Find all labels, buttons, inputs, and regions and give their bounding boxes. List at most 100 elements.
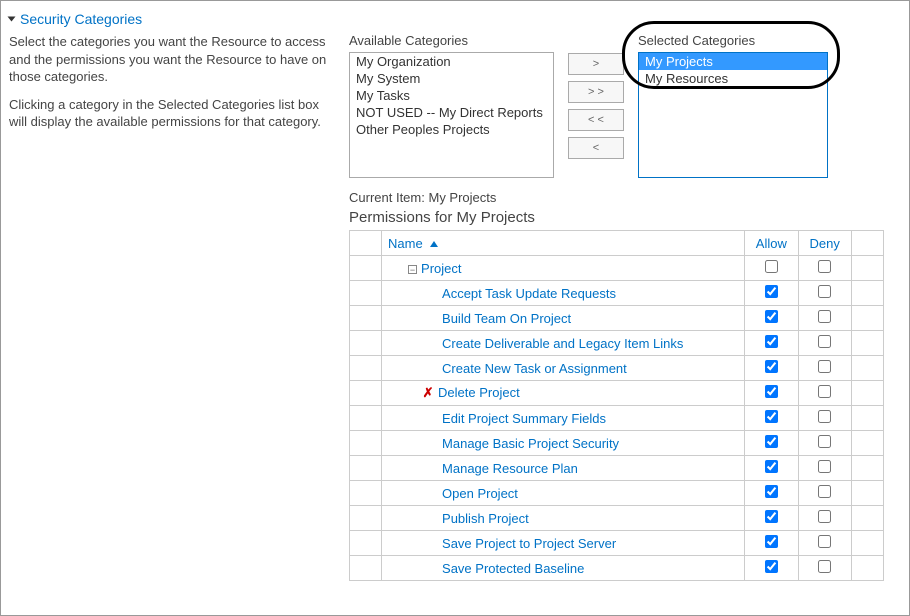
allow-checkbox[interactable] bbox=[765, 310, 778, 323]
permission-link[interactable]: Publish Project bbox=[442, 511, 529, 526]
deny-checkbox[interactable] bbox=[818, 335, 831, 348]
allow-checkbox[interactable] bbox=[765, 435, 778, 448]
row-spacer-end bbox=[851, 256, 883, 281]
list-item[interactable]: My Projects bbox=[639, 53, 827, 70]
allow-checkbox[interactable] bbox=[765, 260, 778, 273]
row-spacer-end bbox=[851, 306, 883, 331]
allow-checkbox[interactable] bbox=[765, 335, 778, 348]
deny-cell bbox=[798, 281, 851, 306]
selected-categories-listbox[interactable]: My ProjectsMy Resources bbox=[638, 52, 828, 178]
allow-cell bbox=[745, 456, 798, 481]
deny-checkbox[interactable] bbox=[818, 285, 831, 298]
row-spacer-end bbox=[851, 356, 883, 381]
permission-link[interactable]: Build Team On Project bbox=[442, 311, 571, 326]
group-cell[interactable]: −Project bbox=[382, 256, 745, 281]
table-row: −Project bbox=[350, 256, 884, 281]
permission-link[interactable]: Delete Project bbox=[438, 385, 520, 400]
deny-cell bbox=[798, 481, 851, 506]
allow-cell bbox=[745, 531, 798, 556]
row-spacer-end bbox=[851, 406, 883, 431]
collapse-icon bbox=[8, 17, 16, 22]
deny-checkbox[interactable] bbox=[818, 535, 831, 548]
allow-checkbox[interactable] bbox=[765, 535, 778, 548]
row-spacer bbox=[350, 331, 382, 356]
permission-link[interactable]: Edit Project Summary Fields bbox=[442, 411, 606, 426]
deny-cell bbox=[798, 456, 851, 481]
table-row: Publish Project bbox=[350, 506, 884, 531]
row-spacer-end bbox=[851, 506, 883, 531]
description-text-1: Select the categories you want the Resou… bbox=[9, 33, 329, 86]
remove-button[interactable]: < bbox=[568, 137, 624, 159]
deny-checkbox[interactable] bbox=[818, 410, 831, 423]
deny-checkbox[interactable] bbox=[818, 560, 831, 573]
permission-link[interactable]: Open Project bbox=[442, 486, 518, 501]
permission-name-cell: Manage Basic Project Security bbox=[382, 431, 745, 456]
row-spacer bbox=[350, 456, 382, 481]
permission-link[interactable]: Manage Basic Project Security bbox=[442, 436, 619, 451]
column-header-deny[interactable]: Deny bbox=[798, 231, 851, 256]
row-spacer bbox=[350, 356, 382, 381]
row-spacer bbox=[350, 406, 382, 431]
table-row: Manage Basic Project Security bbox=[350, 431, 884, 456]
add-all-button[interactable]: > > bbox=[568, 81, 624, 103]
allow-checkbox[interactable] bbox=[765, 360, 778, 373]
permission-name-cell: Save Protected Baseline bbox=[382, 556, 745, 581]
permission-link[interactable]: Save Protected Baseline bbox=[442, 561, 584, 576]
deny-checkbox[interactable] bbox=[818, 385, 831, 398]
permission-name-cell: Create New Task or Assignment bbox=[382, 356, 745, 381]
deny-checkbox[interactable] bbox=[818, 310, 831, 323]
permission-name-cell: Publish Project bbox=[382, 506, 745, 531]
deny-cell bbox=[798, 556, 851, 581]
table-row: Manage Resource Plan bbox=[350, 456, 884, 481]
permission-link[interactable]: Create New Task or Assignment bbox=[442, 361, 627, 376]
deny-checkbox[interactable] bbox=[818, 435, 831, 448]
section-header[interactable]: Security Categories bbox=[9, 9, 901, 33]
allow-checkbox[interactable] bbox=[765, 560, 778, 573]
permission-link[interactable]: Manage Resource Plan bbox=[442, 461, 578, 476]
row-spacer-end bbox=[851, 481, 883, 506]
column-header-name[interactable]: Name bbox=[382, 231, 745, 256]
permission-link[interactable]: Create Deliverable and Legacy Item Links bbox=[442, 336, 683, 351]
deny-checkbox[interactable] bbox=[818, 510, 831, 523]
allow-checkbox[interactable] bbox=[765, 410, 778, 423]
deny-cell bbox=[798, 306, 851, 331]
deny-checkbox[interactable] bbox=[818, 360, 831, 373]
allow-checkbox[interactable] bbox=[765, 485, 778, 498]
list-item[interactable]: Other Peoples Projects bbox=[350, 121, 553, 138]
allow-checkbox[interactable] bbox=[765, 385, 778, 398]
deny-checkbox[interactable] bbox=[818, 485, 831, 498]
list-item[interactable]: NOT USED -- My Direct Reports bbox=[350, 104, 553, 121]
available-categories-listbox[interactable]: My OrganizationMy SystemMy TasksNOT USED… bbox=[349, 52, 554, 178]
row-spacer-end bbox=[851, 381, 883, 406]
row-spacer-end bbox=[851, 281, 883, 306]
row-spacer bbox=[350, 306, 382, 331]
permission-link[interactable]: Save Project to Project Server bbox=[442, 536, 616, 551]
allow-cell bbox=[745, 256, 798, 281]
remove-all-button[interactable]: < < bbox=[568, 109, 624, 131]
allow-cell bbox=[745, 506, 798, 531]
description-panel: Select the categories you want the Resou… bbox=[9, 33, 329, 581]
deny-cell bbox=[798, 406, 851, 431]
deny-cell bbox=[798, 381, 851, 406]
list-item[interactable]: My Organization bbox=[350, 53, 553, 70]
group-link[interactable]: Project bbox=[421, 261, 461, 276]
collapse-minus-icon[interactable]: − bbox=[408, 265, 417, 274]
deny-checkbox[interactable] bbox=[818, 460, 831, 473]
add-button[interactable]: > bbox=[568, 53, 624, 75]
allow-checkbox[interactable] bbox=[765, 285, 778, 298]
list-item[interactable]: My Tasks bbox=[350, 87, 553, 104]
allow-checkbox[interactable] bbox=[765, 460, 778, 473]
row-spacer bbox=[350, 506, 382, 531]
permissions-title: Permissions for My Projects bbox=[349, 209, 901, 226]
allow-checkbox[interactable] bbox=[765, 510, 778, 523]
delete-x-icon: ✗ bbox=[422, 385, 434, 401]
list-item[interactable]: My System bbox=[350, 70, 553, 87]
deny-checkbox[interactable] bbox=[818, 260, 831, 273]
description-text-2: Clicking a category in the Selected Cate… bbox=[9, 96, 329, 131]
allow-cell bbox=[745, 356, 798, 381]
table-row: Build Team On Project bbox=[350, 306, 884, 331]
allow-cell bbox=[745, 481, 798, 506]
permission-link[interactable]: Accept Task Update Requests bbox=[442, 286, 616, 301]
column-header-allow[interactable]: Allow bbox=[745, 231, 798, 256]
list-item[interactable]: My Resources bbox=[639, 70, 827, 87]
